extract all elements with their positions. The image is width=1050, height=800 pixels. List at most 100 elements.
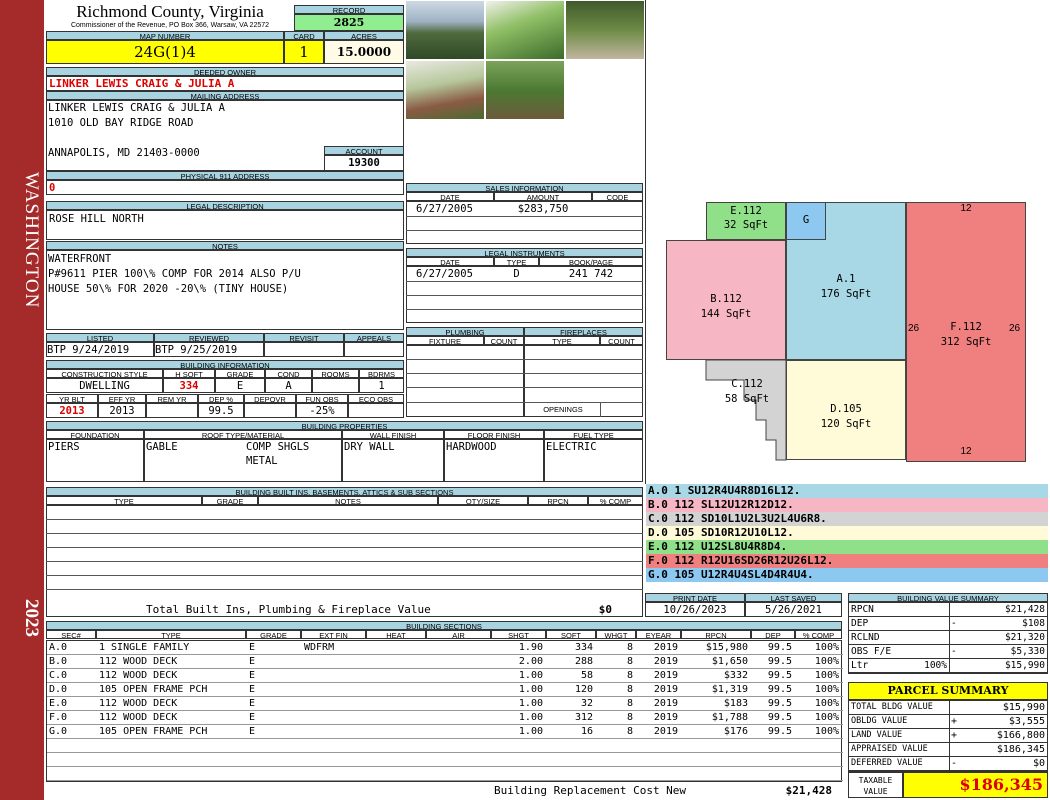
section-cell: 100% bbox=[814, 656, 839, 667]
yrblt-value: 2013 bbox=[46, 403, 98, 418]
value-summary-value: $108 bbox=[1022, 618, 1045, 629]
parcel-summary-row: APPRAISED VALUE $186,345 bbox=[849, 743, 1047, 757]
section-col-header: TYPE bbox=[96, 630, 246, 639]
parcel-summary-divider bbox=[949, 701, 950, 715]
yrblt-header: YR BLT bbox=[46, 394, 98, 403]
plumbing-row-line bbox=[406, 387, 643, 388]
value-summary-op: - bbox=[951, 618, 957, 629]
section-col-header: SHGT bbox=[491, 630, 546, 639]
value-summary-value: $21,428 bbox=[1004, 604, 1045, 615]
instrument-book: 241 742 bbox=[568, 268, 614, 280]
value-summary-divider bbox=[949, 645, 950, 659]
parcel-summary-op: + bbox=[951, 716, 958, 727]
floor-finish-header: FLOOR FINISH bbox=[444, 430, 544, 439]
floor-finish-value: HARDWOOD bbox=[446, 441, 497, 453]
building-sketch: E.112 32 SqFt G B.112 144 SqFt A.1 176 S… bbox=[666, 202, 1026, 462]
county-title: Richmond County, Virginia bbox=[76, 2, 264, 21]
builtins-rpcn-header: RPCN bbox=[528, 496, 588, 505]
wall-finish-header: WALL FINISH bbox=[342, 430, 444, 439]
sketch-label-f: F.112 312 SqFt bbox=[906, 320, 1026, 352]
hsqft-header: H SQFT bbox=[163, 369, 215, 378]
parcel-summary-value: $186,345 bbox=[996, 744, 1045, 755]
listed-value: BTP 9/24/2019 bbox=[46, 342, 154, 357]
section-cell: 8 bbox=[626, 726, 633, 737]
section-cell: 1.00 bbox=[518, 726, 543, 737]
section-cell bbox=[369, 655, 423, 669]
builtins-qty-header: QTY/SIZE bbox=[438, 496, 528, 505]
value-summary-row: OBS F/E - $5,330 bbox=[849, 645, 1047, 659]
section-cell: 1 SINGLE FAMILY bbox=[99, 642, 190, 653]
account-label: ACCOUNT bbox=[324, 146, 404, 155]
funobs-value: -25% bbox=[296, 403, 348, 418]
section-cell: 8 bbox=[626, 642, 633, 653]
section-cell: 58 bbox=[580, 670, 593, 681]
parcel-summary-value: $0 bbox=[1032, 758, 1045, 769]
photo-panel-divider bbox=[645, 0, 646, 484]
dep-value: 99.5 bbox=[198, 403, 244, 418]
plumbing-row-line bbox=[406, 373, 643, 374]
section-cell: 2019 bbox=[653, 712, 678, 723]
parcel-summary-op: - bbox=[951, 758, 958, 769]
section-row: C.0 112 WOOD DECK E 1.00 58 8 2019 $332 99.5 100% bbox=[47, 669, 843, 683]
builtins-row-line bbox=[46, 519, 643, 520]
depovr-value bbox=[244, 403, 296, 418]
legal-description-label: LEGAL DESCRIPTION bbox=[46, 201, 404, 210]
legal-description-value: ROSE HILL NORTH bbox=[46, 210, 404, 240]
section-cell: B.0 bbox=[49, 656, 68, 667]
instrument-type-header: TYPE bbox=[494, 257, 539, 266]
builtins-notes-header: NOTES bbox=[258, 496, 438, 505]
property-photo-4 bbox=[405, 60, 485, 120]
sketch-dim-top: 12 bbox=[960, 203, 972, 214]
appeals-value bbox=[344, 342, 404, 357]
segment-row: D.0 105 SD10R12U10L12. bbox=[646, 526, 1048, 540]
openings-divider bbox=[600, 402, 601, 417]
taxable-value: $186,345 bbox=[903, 772, 1048, 798]
sections-table: A.0 1 SINGLE FAMILY E WDFRM 1.90 334 8 2019 $15,… bbox=[46, 640, 843, 782]
section-cell: E bbox=[249, 684, 256, 695]
section-cell: 99.5 bbox=[767, 698, 792, 709]
instrument-row-line bbox=[406, 309, 643, 310]
section-cell: WDFRM bbox=[304, 642, 335, 653]
section-row-empty bbox=[47, 767, 843, 781]
section-cell: F.0 bbox=[49, 712, 68, 723]
value-summary-op: - bbox=[951, 646, 957, 657]
section-cell bbox=[369, 711, 423, 725]
section-cell: $332 bbox=[723, 670, 748, 681]
section-cell: 99.5 bbox=[767, 642, 792, 653]
section-cell: E.0 bbox=[49, 698, 68, 709]
parcel-summary-divider bbox=[949, 743, 950, 757]
bdrms-value: 1 bbox=[359, 378, 404, 393]
fuel-type-header: FUEL TYPE bbox=[544, 430, 643, 439]
reviewed-label: REVIEWED bbox=[154, 333, 264, 342]
section-cell: 100% bbox=[814, 712, 839, 723]
acres-value: 15.0000 bbox=[324, 40, 404, 64]
section-cell: 8 bbox=[626, 670, 633, 681]
property-photo-3 bbox=[565, 0, 645, 60]
builtins-comp-header: % COMP bbox=[588, 496, 643, 505]
section-cell bbox=[429, 669, 488, 683]
parcel-summary-key: APPRAISED VALUE bbox=[851, 744, 928, 754]
property-photo-5 bbox=[485, 60, 565, 120]
parcel-summary-row: OBLDG VALUE + $3,555 bbox=[849, 715, 1047, 729]
sales-code-header: CODE bbox=[592, 192, 643, 201]
section-cell: 112 WOOD DECK bbox=[99, 670, 178, 681]
print-date-label: PRINT DATE bbox=[645, 593, 745, 602]
plumbing-table bbox=[406, 345, 524, 417]
value-summary-key: Ltr bbox=[851, 660, 869, 671]
section-cell bbox=[429, 655, 488, 669]
section-cell bbox=[304, 655, 363, 669]
section-cell: 100% bbox=[814, 670, 839, 681]
value-summary-row: RCLND $21,320 bbox=[849, 631, 1047, 645]
section-cell: 2019 bbox=[653, 656, 678, 667]
roof-header: ROOF TYPE/MATERIAL bbox=[144, 430, 342, 439]
builtins-row-line bbox=[46, 561, 643, 562]
plumbing-label: PLUMBING bbox=[406, 327, 524, 336]
section-cell: 1.00 bbox=[518, 698, 543, 709]
sketch-label-b: B.112 144 SqFt bbox=[666, 292, 786, 324]
section-cell bbox=[429, 725, 488, 739]
parcel-summary-label: PARCEL SUMMARY bbox=[848, 682, 1048, 700]
rooms-header: ROOMS bbox=[312, 369, 359, 378]
section-row: E.0 112 WOOD DECK E 1.00 32 8 2019 $183 99.5 100% bbox=[47, 697, 843, 711]
section-cell: E bbox=[249, 726, 256, 737]
dep-header: DEP % bbox=[198, 394, 244, 403]
